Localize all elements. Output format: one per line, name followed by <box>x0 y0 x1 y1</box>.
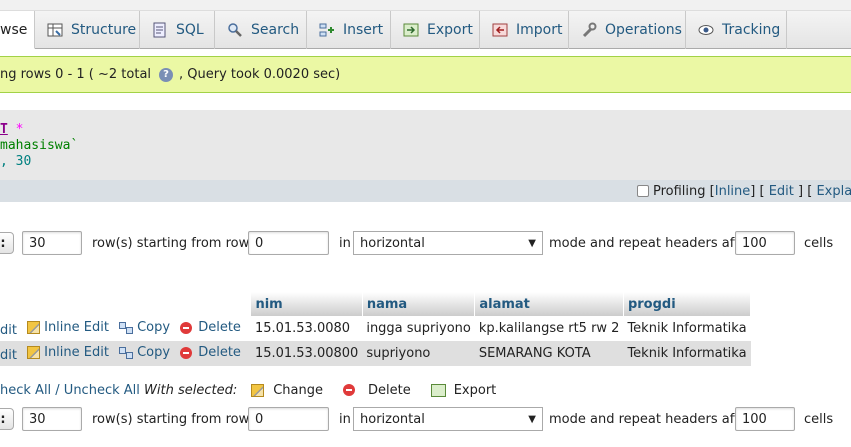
tab-bar: wse Structure SQL Search Insert Export I… <box>0 11 851 49</box>
profiling-bar: Profiling [Inline] [ Edit ] [ Explain S <box>0 180 851 202</box>
copy-link[interactable]: Copy <box>119 320 170 335</box>
column-nama[interactable]: nama <box>362 292 476 316</box>
change-button[interactable]: Change <box>251 383 323 398</box>
with-selected-bar: heck All / Uncheck All With selected: Ch… <box>0 382 497 398</box>
sql-icon <box>152 22 168 38</box>
nav-row-top: : 30 row(s) starting from row # 0 in hor… <box>0 230 851 256</box>
inline-edit-link[interactable]: Inline Edit <box>27 345 109 360</box>
start-row-input[interactable]: 0 <box>248 231 329 255</box>
tab-sql[interactable]: SQL <box>140 11 215 49</box>
export-button[interactable]: Export <box>430 383 496 398</box>
rows-input[interactable]: 30 <box>22 231 82 255</box>
results-table: nim nama alamat progdi dit Inline Edit C… <box>0 292 752 366</box>
export-icon <box>430 383 446 397</box>
sql-line-3: , 30 <box>0 154 32 169</box>
nav-prev-button[interactable]: : <box>0 408 14 430</box>
cell-progdi: Teknik Informatika <box>623 341 751 366</box>
cell-nama: supriyono <box>362 341 475 366</box>
copy-icon <box>119 321 134 334</box>
cell-alamat: SEMARANG KOTA <box>474 341 624 366</box>
pencil-icon <box>251 383 265 397</box>
column-alamat[interactable]: alamat <box>474 292 624 316</box>
nav-row-bottom: : 30 row(s) starting from row # 0 in hor… <box>0 406 851 432</box>
import-icon <box>492 22 508 38</box>
delete-link[interactable]: Delete <box>180 345 241 360</box>
profiling-checkbox[interactable] <box>637 185 649 197</box>
delete-icon <box>343 384 355 396</box>
nav-prev-button[interactable]: : <box>0 232 14 254</box>
tab-operations[interactable]: Operations <box>569 11 686 49</box>
delete-icon <box>180 346 193 359</box>
tab-tracking[interactable]: Tracking <box>686 11 787 49</box>
chevron-down-icon: ▼ <box>528 237 536 249</box>
query-result-notice: ng rows 0 - 1 ( ~2 total ? , Query took … <box>0 56 851 93</box>
table-row: dit Inline Edit Copy Delete 15.01.53.008… <box>0 341 751 366</box>
delete-link[interactable]: Delete <box>180 320 241 335</box>
column-progdi[interactable]: progdi <box>623 292 752 316</box>
delete-icon <box>180 321 193 334</box>
mode-select[interactable]: horizontal ▼ <box>353 407 543 431</box>
chevron-down-icon: ▼ <box>528 413 536 425</box>
cell-alamat: kp.kalilangse rt5 rw 2 <box>474 316 624 341</box>
export-icon <box>403 22 419 38</box>
pencil-icon <box>27 320 41 334</box>
top-strip <box>0 0 851 11</box>
search-icon <box>227 22 243 38</box>
eye-icon <box>698 22 714 38</box>
mode-select[interactable]: horizontal ▼ <box>353 231 543 255</box>
pencil-icon <box>27 345 41 359</box>
copy-link[interactable]: Copy <box>119 345 170 360</box>
sql-query-box: T * mahasiswa` , 30 <box>0 110 851 180</box>
delete-button[interactable]: Delete <box>343 383 411 398</box>
copy-icon <box>119 346 134 359</box>
tab-search[interactable]: Search <box>215 11 307 49</box>
tab-import[interactable]: Import <box>480 11 569 49</box>
sql-line-2: mahasiswa` <box>0 138 79 153</box>
column-nim[interactable]: nim <box>250 292 363 316</box>
edit-link[interactable]: Edit <box>769 184 794 199</box>
help-icon[interactable]: ? <box>159 67 174 82</box>
tab-browse[interactable]: wse <box>0 11 35 49</box>
cell-nim: 15.01.53.00800 <box>250 341 363 366</box>
cell-progdi: Teknik Informatika <box>623 316 751 341</box>
tab-structure[interactable]: Structure <box>35 11 140 49</box>
table-header-row: nim nama alamat progdi <box>0 292 752 316</box>
sql-line-1: T * <box>0 122 24 137</box>
structure-icon <box>47 22 63 38</box>
edit-link[interactable]: dit <box>0 348 17 363</box>
repeat-headers-input[interactable]: 100 <box>735 407 795 431</box>
inline-link[interactable]: Inline <box>715 184 751 199</box>
explain-link[interactable]: Explain S <box>816 184 851 199</box>
inline-edit-link[interactable]: Inline Edit <box>27 320 109 335</box>
edit-link[interactable]: dit <box>0 323 17 338</box>
start-row-input[interactable]: 0 <box>248 407 329 431</box>
cell-nama: ingga supriyono <box>362 316 475 341</box>
table-row: dit Inline Edit Copy Delete 15.01.53.008… <box>0 316 751 341</box>
insert-icon <box>319 22 335 38</box>
cell-nim: 15.01.53.0080 <box>250 316 363 341</box>
rows-input[interactable]: 30 <box>22 407 82 431</box>
wrench-icon <box>581 22 597 38</box>
tab-export[interactable]: Export <box>391 11 480 49</box>
tab-insert[interactable]: Insert <box>307 11 391 49</box>
check-all-link[interactable]: heck All / Uncheck All <box>0 383 140 398</box>
repeat-headers-input[interactable]: 100 <box>735 231 795 255</box>
